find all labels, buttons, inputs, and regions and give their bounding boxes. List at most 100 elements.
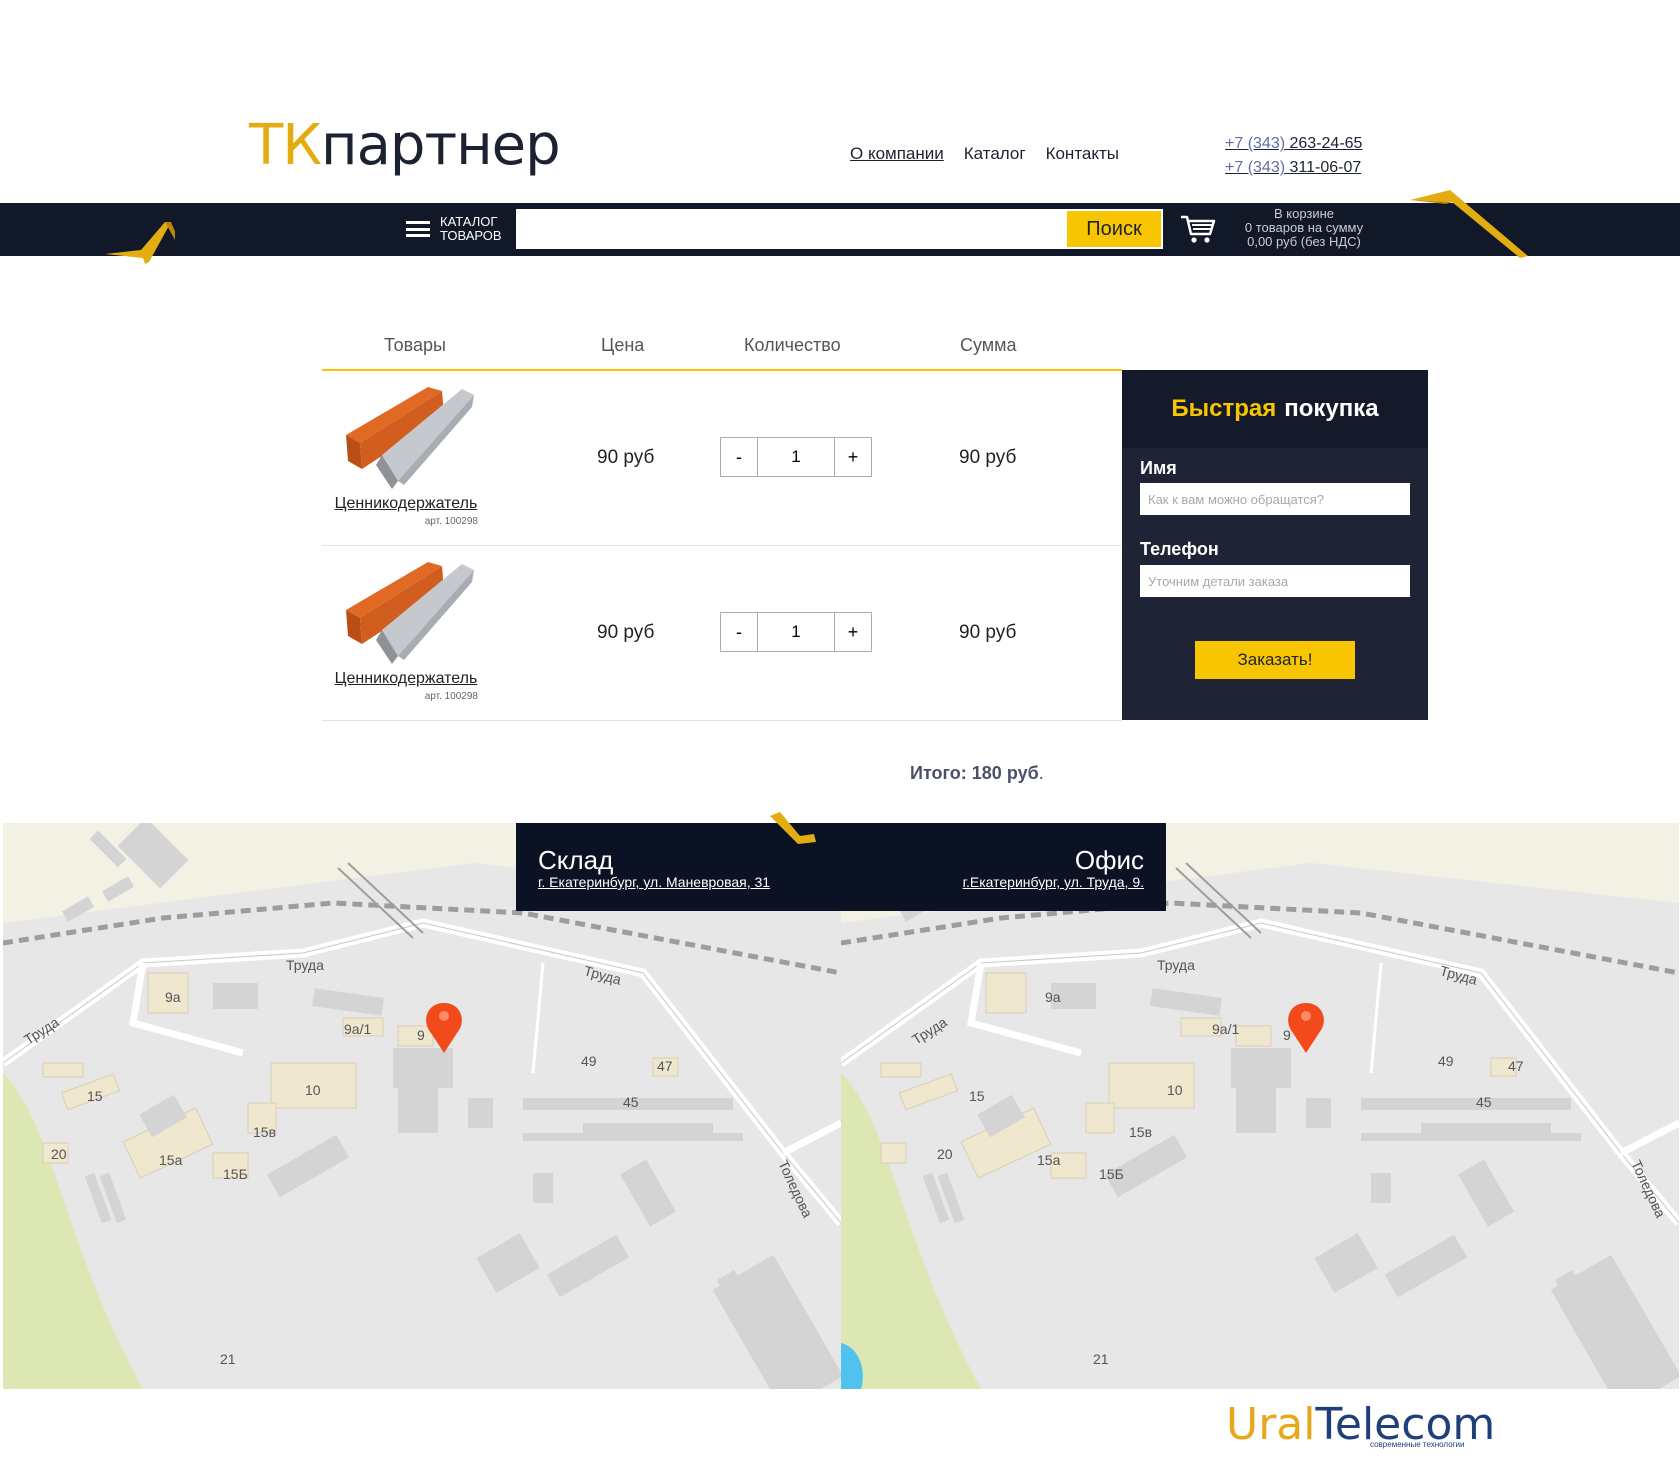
office-address[interactable]: г.Екатеринбург, ул. Труда, 9. [963, 874, 1144, 890]
increase-button[interactable]: + [834, 613, 871, 651]
logo[interactable]: ТКпартнер [249, 118, 561, 174]
product-image[interactable] [342, 560, 474, 668]
product-name[interactable]: Ценникодержатель [328, 495, 484, 513]
house-label: 15 [87, 1088, 103, 1104]
cart-icon[interactable] [1180, 214, 1216, 244]
header-quantity: Количество [744, 335, 841, 355]
quantity-input[interactable] [758, 613, 834, 651]
ribbon-decoration-right [1410, 190, 1528, 258]
name-field[interactable] [1140, 483, 1410, 515]
house-label: 49 [1438, 1053, 1454, 1069]
row-sum: 90 руб [959, 622, 1017, 643]
office-card: Офис г.Екатеринбург, ул. Труда, 9. [840, 823, 1166, 911]
footer-brand-ural: Ural [1226, 1399, 1316, 1450]
order-total: Итого: 180 руб. [910, 763, 1044, 784]
product-article: арт. 100298 [424, 516, 478, 527]
cart-summary-line-2: 0 товаров на сумму [1244, 220, 1364, 235]
warehouse-title: Склад [538, 845, 614, 875]
quick-title-rest: покупка [1284, 395, 1379, 422]
quantity-stepper: - + [720, 437, 872, 477]
house-label: 15а [1037, 1152, 1061, 1168]
house-label: 45 [1476, 1094, 1492, 1110]
search-input[interactable] [516, 209, 1065, 249]
nav-about[interactable]: О компании [850, 144, 944, 164]
house-label: 15 [969, 1088, 985, 1104]
quick-purchase-panel: Быстрая покупка Имя Телефон Заказать! [1122, 370, 1428, 720]
table-row: Ценникодержатель арт. 100298 90 руб - + … [322, 546, 1122, 721]
row-sum: 90 руб [959, 447, 1017, 468]
total-label: Итого: [910, 763, 967, 783]
house-label: 15а [159, 1152, 183, 1168]
product-image[interactable] [342, 385, 474, 493]
ribbon-decoration-left [105, 222, 175, 264]
house-label: 21 [1093, 1351, 1109, 1367]
name-label: Имя [1140, 458, 1177, 478]
quantity-input[interactable] [758, 438, 834, 476]
decrease-button[interactable]: - [721, 438, 758, 476]
phone-2-number: 311-06-07 [1289, 159, 1362, 176]
phone-label: Телефон [1140, 539, 1219, 559]
product-name[interactable]: Ценникодержатель [328, 670, 484, 688]
street-label: Труда [1157, 957, 1195, 973]
house-label: 15в [253, 1124, 276, 1140]
house-label: 20 [937, 1146, 953, 1162]
phones: +7 (343) 263-24-65 +7 (343) 311-06-07 [1225, 132, 1362, 180]
house-label: 21 [220, 1351, 236, 1367]
catalog-line-1: КАТАЛОГ [440, 214, 498, 229]
house-label: 9а [1045, 989, 1061, 1005]
decrease-button[interactable]: - [721, 613, 758, 651]
house-label: 10 [1167, 1082, 1183, 1098]
house-label: 9 [417, 1027, 425, 1043]
house-label: 47 [1508, 1058, 1524, 1074]
catalog-line-2: ТОВАРОВ [440, 228, 502, 243]
phone-field[interactable] [1140, 565, 1410, 597]
warehouse-address[interactable]: г. Екатеринбург, ул. Маневровая, 31 [538, 874, 770, 890]
street-label: Труда [286, 957, 324, 973]
house-label: 9 [1283, 1027, 1291, 1043]
house-label: 47 [657, 1058, 673, 1074]
phone-2-code: +7 (343) [1225, 159, 1286, 176]
nav-catalog[interactable]: Каталог [964, 144, 1026, 164]
header-sum: Сумма [960, 335, 1017, 355]
cart-summary-line-3: 0,00 руб (без НДС) [1247, 234, 1361, 249]
house-label: 9а/1 [344, 1021, 371, 1037]
house-label: 15в [1129, 1124, 1152, 1140]
total-value: 180 руб [971, 763, 1039, 783]
quick-title-accent: Быстрая [1171, 395, 1277, 422]
quantity-stepper: - + [720, 612, 872, 652]
footer-tagline: современные технологии [1370, 1440, 1465, 1449]
phone-1-number: 263-24-65 [1289, 135, 1363, 152]
logo-rest: партнер [320, 113, 561, 178]
product-article: арт. 100298 [424, 691, 478, 702]
increase-button[interactable]: + [834, 438, 871, 476]
row-price: 90 руб [597, 447, 655, 468]
search-button[interactable]: Поиск [1067, 211, 1161, 247]
hamburger-icon [406, 221, 430, 237]
logo-tk: ТК [249, 113, 322, 178]
cart-summary-line-1: В корзине [1273, 206, 1335, 221]
search-box: Поиск [516, 209, 1163, 249]
catalog-menu-button[interactable]: КАТАЛОГ ТОВАРОВ [406, 215, 502, 243]
office-title: Офис [1074, 845, 1144, 875]
top-nav: О компании Каталог Контакты [850, 144, 1119, 164]
catalog-button-label: КАТАЛОГ ТОВАРОВ [440, 215, 502, 243]
house-label: 9а/1 [1212, 1021, 1239, 1037]
cart-summary[interactable]: В корзине 0 товаров на сумму 0,00 руб (б… [1234, 207, 1374, 249]
phone-1-code: +7 (343) [1225, 135, 1286, 152]
house-label: 49 [581, 1053, 597, 1069]
house-label: 9а [165, 989, 181, 1005]
phone-2[interactable]: +7 (343) 311-06-07 [1225, 156, 1362, 180]
row-price: 90 руб [597, 622, 655, 643]
quick-purchase-title: Быстрая покупка [1122, 370, 1428, 448]
house-label: 10 [305, 1082, 321, 1098]
nav-contacts[interactable]: Контакты [1046, 144, 1119, 164]
order-button[interactable]: Заказать! [1195, 641, 1355, 679]
header-products: Товары [384, 335, 446, 355]
house-label: 15Б [1099, 1166, 1124, 1182]
total-suffix: . [1038, 763, 1044, 783]
table-row: Ценникодержатель арт. 100298 90 руб - + … [322, 371, 1122, 546]
header-price: Цена [601, 335, 645, 355]
house-label: 45 [623, 1094, 639, 1110]
phone-1[interactable]: +7 (343) 263-24-65 [1225, 132, 1362, 156]
house-label: 20 [51, 1146, 67, 1162]
